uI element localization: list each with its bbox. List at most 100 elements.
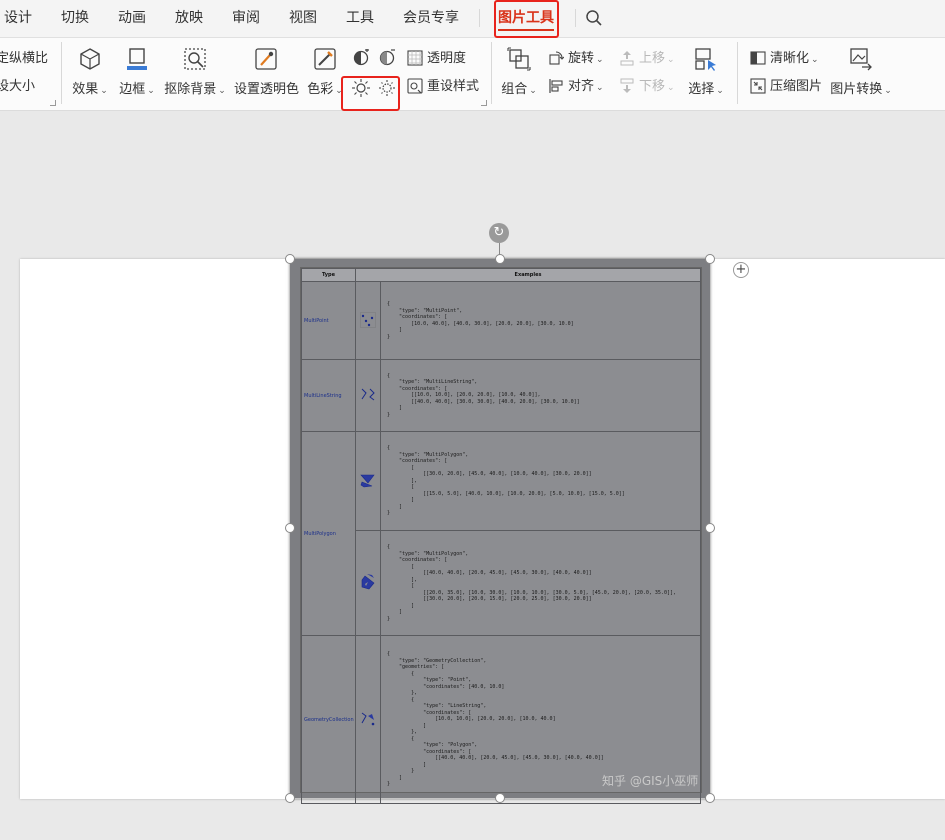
watermark: 知乎 @GIS小巫师 (602, 774, 699, 788)
send-backward-button[interactable]: 下移 ⌄ (619, 76, 675, 98)
highlight-box-picture-tools (494, 0, 559, 38)
geometrycollection-thumbnail (355, 635, 381, 804)
border-label: 边框 (119, 82, 146, 97)
resize-handle-right[interactable] (705, 523, 715, 533)
code-block: { "type": "MultiPolygon", "coordinates":… (380, 431, 701, 531)
reset-style-label: 重设样式 (427, 79, 480, 94)
remove-background-button[interactable]: 抠除背景 ⌄ (164, 44, 226, 106)
multipoint-thumbnail (355, 281, 381, 360)
code-block: { "type": "MultiPoint", "coordinates": [… (380, 281, 701, 360)
bring-forward-icon (620, 51, 634, 66)
select-button[interactable]: 选择 ⌄ (686, 44, 726, 106)
compress-icon (750, 78, 766, 94)
menu-tools[interactable]: 工具 (346, 0, 374, 37)
reset-style-button[interactable]: 重设样式 (407, 76, 479, 98)
row-type-label: MultiLineString (301, 359, 356, 432)
group-button[interactable]: 组合 ⌄ (500, 44, 538, 106)
bring-forward-button[interactable]: 上移 ⌄ (619, 48, 675, 70)
effects-button[interactable]: 效果 ⌄ (70, 44, 110, 106)
align-button[interactable]: 对齐 ⌄ (548, 76, 604, 98)
send-backward-icon (620, 78, 634, 93)
effects-label: 效果 (72, 82, 99, 97)
menu-design[interactable]: 设计 (4, 0, 32, 37)
reset-style-icon (407, 78, 423, 94)
multipolygon-hole-thumbnail (355, 530, 381, 636)
transparent-color-icon (255, 48, 277, 70)
header-examples: Examples (355, 268, 701, 282)
resize-handle-left[interactable] (285, 523, 295, 533)
menu-view[interactable]: 视图 (289, 0, 317, 37)
quick-add-icon[interactable]: + (733, 262, 749, 278)
rotate-button[interactable]: 旋转 ⌄ (548, 48, 604, 70)
sharpen-button[interactable]: 清晰化 ⌄ (750, 48, 819, 70)
group-divider (61, 42, 62, 104)
resize-handle-top[interactable] (495, 254, 505, 264)
resize-handle-bottom-left[interactable] (285, 793, 295, 803)
transparency-icon (407, 50, 423, 66)
transparency-button[interactable]: 透明度 (407, 48, 466, 70)
selected-picture[interactable]: Type Examples MultiPoint { "type": "Mult… (290, 259, 710, 804)
header-type: Type (301, 268, 356, 282)
resize-handle-bottom-right[interactable] (705, 793, 715, 803)
search-icon[interactable] (585, 9, 603, 31)
row-type-label: MultiPoint (301, 281, 356, 360)
row-type-label: GeometryCollection (301, 635, 356, 804)
resize-handle-bottom[interactable] (495, 793, 505, 803)
group-icon (507, 47, 531, 71)
align-label: 对齐 (568, 79, 595, 94)
sharpen-icon (750, 51, 766, 65)
menu-divider (479, 9, 480, 27)
menu-member[interactable]: 会员专享 (403, 0, 459, 37)
bring-forward-label: 上移 (639, 51, 666, 66)
select-label: 选择 (688, 82, 715, 97)
sharpen-label: 清晰化 (770, 51, 810, 66)
set-transparent-color-label: 设置透明色 (234, 82, 300, 97)
align-icon (549, 79, 563, 93)
reset-size-button[interactable]: 设大小 (0, 76, 35, 98)
geojson-table: Type Examples MultiPoint { "type": "Mult… (301, 268, 701, 804)
multipolygon-thumbnail (355, 431, 381, 531)
picture-content: Type Examples MultiPoint { "type": "Mult… (300, 267, 702, 804)
resize-handle-top-right[interactable] (705, 254, 715, 264)
remove-background-label: 抠除背景 (164, 82, 217, 97)
picture-convert-icon (850, 48, 872, 71)
border-icon (127, 48, 147, 70)
transparency-label: 透明度 (427, 51, 467, 66)
picture-convert-button[interactable]: 图片转换 ⌄ (830, 44, 892, 106)
send-backward-label: 下移 (639, 79, 666, 94)
set-transparent-color-button[interactable]: 设置透明色 (234, 44, 300, 106)
dialog-launcher-icon[interactable] (50, 100, 56, 106)
select-icon (695, 48, 716, 71)
border-button[interactable]: 边框 ⌄ (117, 44, 157, 106)
code-block: { "type": "MultiLineString", "coordinate… (380, 359, 701, 432)
code-block: { "type": "MultiPolygon", "coordinates":… (380, 530, 701, 636)
decrease-contrast-icon[interactable] (378, 49, 396, 71)
resize-handle-top-left[interactable] (285, 254, 295, 264)
menu-review[interactable]: 审阅 (232, 0, 260, 37)
group-label: 组合 (501, 82, 528, 97)
menu-transition[interactable]: 切换 (61, 0, 89, 37)
group-divider (737, 42, 738, 104)
rotate-handle-icon[interactable]: ↻ (489, 223, 509, 243)
compress-picture-button[interactable]: 压缩图片 (750, 76, 822, 98)
cube-icon (80, 48, 100, 70)
color-button[interactable]: 色彩 ⌄ (306, 44, 344, 106)
picture-convert-label: 图片转换 (830, 82, 883, 97)
menu-animation[interactable]: 动画 (118, 0, 146, 37)
rotate-icon (549, 51, 565, 65)
group-divider (491, 42, 492, 104)
multilinestring-thumbnail (355, 359, 381, 432)
ribbon-toolbar: 定纵横比 设大小 效果⌄ 边框⌄ 抠除背景⌄ 设置透明色 色彩⌄ 透明度 (0, 38, 945, 111)
color-label: 色彩 (307, 82, 334, 97)
color-icon (314, 48, 336, 70)
increase-contrast-icon[interactable] (352, 48, 370, 71)
dialog-launcher-icon[interactable] (481, 100, 487, 106)
rotate-label: 旋转 (568, 51, 595, 66)
menu-slideshow[interactable]: 放映 (175, 0, 203, 37)
lock-aspect-ratio-checkbox[interactable]: 定纵横比 (0, 48, 48, 70)
menu-divider (575, 9, 576, 27)
menu-bar: 设计 切换 动画 放映 审阅 视图 工具 会员专享 图片工具 (0, 0, 945, 38)
remove-background-icon (184, 48, 206, 70)
row-type-label: MultiPolygon (301, 431, 356, 636)
compress-picture-label: 压缩图片 (770, 79, 823, 94)
